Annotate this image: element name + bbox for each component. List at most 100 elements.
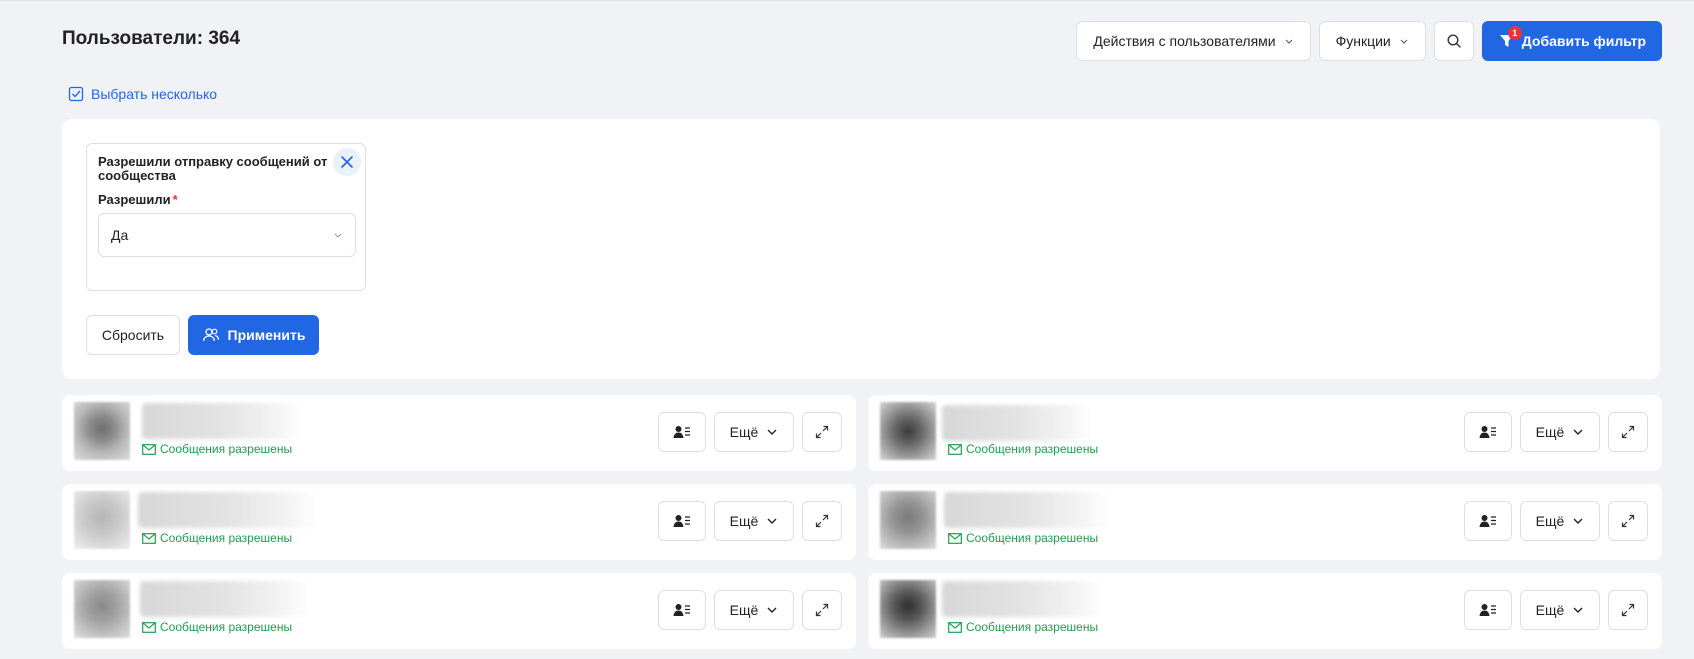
user-card[interactable]: Сообщения разрешены Ещё: [868, 484, 1662, 560]
card-actions: Ещё: [1464, 590, 1648, 630]
profile-button[interactable]: [1464, 501, 1512, 541]
chevron-down-icon: [1573, 429, 1583, 435]
expand-icon: [815, 603, 829, 617]
filter-title: Разрешили отправку сообщений от сообщест…: [98, 154, 328, 183]
functions-dropdown[interactable]: Функции: [1318, 21, 1426, 61]
chevron-down-icon: [767, 518, 777, 524]
user-name-redacted: [942, 581, 1102, 617]
expand-icon: [1621, 425, 1635, 439]
profile-button[interactable]: [1464, 590, 1512, 630]
card-actions: Ещё: [658, 590, 842, 630]
message-status: Сообщения разрешены: [142, 531, 292, 545]
expand-button[interactable]: [802, 590, 842, 630]
more-label: Ещё: [1535, 513, 1565, 529]
message-status-label: Сообщения разрешены: [160, 620, 293, 634]
functions-label: Функции: [1335, 33, 1391, 49]
profile-card-icon: [673, 426, 690, 438]
profile-card-icon: [1479, 515, 1496, 527]
mail-icon: [948, 532, 962, 544]
filter-panel: Разрешили отправку сообщений от сообщест…: [62, 119, 1660, 379]
avatar: [880, 580, 936, 638]
mail-icon: [948, 621, 962, 633]
expand-icon: [815, 514, 829, 528]
checkbox-checked-icon: [68, 86, 84, 102]
message-status: Сообщения разрешены: [948, 442, 1098, 456]
page-title: Пользователи: 364: [62, 28, 241, 49]
avatar: [880, 402, 936, 460]
profile-button[interactable]: [658, 501, 706, 541]
select-multiple-toggle[interactable]: Выбрать несколько: [68, 86, 217, 102]
user-card[interactable]: Сообщения разрешены Ещё: [868, 573, 1662, 649]
more-dropdown[interactable]: Ещё: [1520, 590, 1600, 630]
filter-field-label-text: Разрешили: [98, 192, 171, 207]
more-dropdown[interactable]: Ещё: [714, 590, 794, 630]
search-button[interactable]: [1433, 21, 1474, 61]
user-name-redacted: [942, 405, 1092, 441]
card-actions: Ещё: [658, 412, 842, 452]
chevron-down-icon: [1400, 39, 1408, 44]
chevron-down-icon: [1285, 39, 1293, 44]
expand-button[interactable]: [1608, 501, 1648, 541]
more-label: Ещё: [1535, 602, 1565, 618]
user-card[interactable]: Сообщения разрешены Ещё: [62, 573, 856, 649]
reset-button[interactable]: Сбросить: [86, 315, 180, 355]
chevron-down-icon: [334, 233, 342, 238]
filter-value-select[interactable]: Да: [98, 213, 356, 257]
more-dropdown[interactable]: Ещё: [1520, 501, 1600, 541]
header-actions: Действия с пользователями Функции 1 Доба…: [1076, 21, 1662, 61]
avatar: [74, 402, 130, 460]
chevron-down-icon: [767, 607, 777, 613]
message-status-label: Сообщения разрешены: [160, 442, 293, 456]
user-card[interactable]: Сообщения разрешены Ещё: [868, 395, 1662, 471]
filter-field-label: Разрешили *: [98, 192, 178, 207]
chevron-down-icon: [767, 429, 777, 435]
message-status: Сообщения разрешены: [142, 620, 292, 634]
close-icon: [341, 156, 353, 168]
user-card[interactable]: Сообщения разрешены Ещё: [62, 484, 856, 560]
profile-card-icon: [1479, 604, 1496, 616]
avatar: [74, 491, 130, 549]
message-status-label: Сообщения разрешены: [966, 620, 1099, 634]
more-dropdown[interactable]: Ещё: [714, 412, 794, 452]
apply-label: Применить: [227, 327, 306, 343]
profile-button[interactable]: [658, 412, 706, 452]
more-label: Ещё: [729, 424, 759, 440]
filter-card: Разрешили отправку сообщений от сообщест…: [86, 143, 366, 291]
chevron-down-icon: [1573, 518, 1583, 524]
message-status: Сообщения разрешены: [948, 620, 1098, 634]
more-dropdown[interactable]: Ещё: [1520, 412, 1600, 452]
search-icon: [1447, 34, 1461, 48]
filter-icon: 1: [1498, 26, 1522, 50]
avatar: [880, 491, 936, 549]
more-dropdown[interactable]: Ещё: [714, 501, 794, 541]
profile-button[interactable]: [658, 590, 706, 630]
mail-icon: [142, 621, 156, 633]
user-actions-dropdown[interactable]: Действия с пользователями: [1076, 21, 1311, 61]
expand-button[interactable]: [802, 412, 842, 452]
add-filter-button[interactable]: 1 Добавить фильтр: [1481, 21, 1662, 61]
more-label: Ещё: [1535, 424, 1565, 440]
top-divider: [0, 0, 1694, 1]
message-status-label: Сообщения разрешены: [966, 442, 1099, 456]
card-actions: Ещё: [658, 501, 842, 541]
profile-card-icon: [673, 604, 690, 616]
select-multiple-label: Выбрать несколько: [91, 86, 218, 102]
mail-icon: [948, 443, 962, 455]
apply-button[interactable]: Применить: [188, 315, 319, 355]
remove-filter-button[interactable]: [333, 148, 361, 176]
message-status-label: Сообщения разрешены: [160, 531, 293, 545]
more-label: Ещё: [729, 513, 759, 529]
expand-button[interactable]: [802, 501, 842, 541]
more-label: Ещё: [729, 602, 759, 618]
expand-button[interactable]: [1608, 590, 1648, 630]
user-name-redacted: [138, 492, 318, 528]
profile-card-icon: [1479, 426, 1496, 438]
user-card[interactable]: Сообщения разрешены Ещё: [62, 395, 856, 471]
profile-button[interactable]: [1464, 412, 1512, 452]
user-name-redacted: [944, 492, 1109, 528]
expand-button[interactable]: [1608, 412, 1648, 452]
add-filter-label: Добавить фильтр: [1521, 33, 1646, 49]
card-actions: Ещё: [1464, 501, 1648, 541]
user-name-redacted: [142, 403, 302, 439]
expand-icon: [815, 425, 829, 439]
